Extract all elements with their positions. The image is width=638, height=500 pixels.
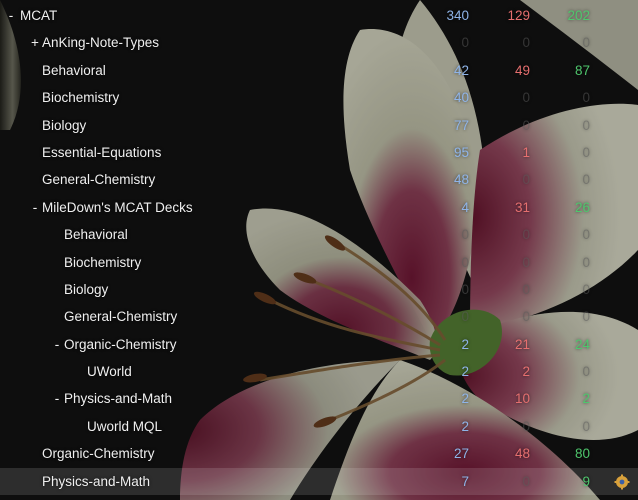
review-count: 0 bbox=[582, 418, 590, 434]
learning-count: 48 bbox=[514, 446, 530, 462]
deck-row[interactable]: Uworld MQL 2 0 0 bbox=[0, 413, 638, 440]
deck-row[interactable]: Behavioral 0 0 0 bbox=[0, 221, 638, 248]
new-count: 0 bbox=[461, 254, 469, 270]
collapse-toggle[interactable]: - bbox=[51, 337, 63, 352]
deck-row[interactable]: Essential-Equations 95 1 0 bbox=[0, 139, 638, 166]
new-count: 0 bbox=[461, 227, 469, 243]
deck-name-link[interactable]: UWorld bbox=[87, 364, 132, 379]
learning-count: 0 bbox=[522, 309, 530, 325]
collapse-toggle[interactable]: - bbox=[29, 200, 41, 215]
new-count: 0 bbox=[461, 309, 469, 325]
review-count: 0 bbox=[582, 172, 590, 188]
learning-count: 10 bbox=[514, 391, 530, 407]
deck-name-link[interactable]: AnKing-Note-Types bbox=[42, 35, 159, 50]
deck-name-link[interactable]: Organic-Chemistry bbox=[64, 337, 177, 352]
review-count: 0 bbox=[582, 364, 590, 380]
new-count: 2 bbox=[461, 336, 469, 352]
learning-count: 31 bbox=[514, 199, 530, 215]
expand-toggle[interactable]: + bbox=[29, 35, 41, 50]
new-count: 2 bbox=[461, 391, 469, 407]
deck-row[interactable]: Physics-and-Math 7 0 9 bbox=[0, 467, 638, 496]
new-count: 48 bbox=[453, 172, 469, 188]
review-count: 0 bbox=[582, 117, 590, 133]
review-count: 24 bbox=[574, 336, 590, 352]
deck-name-link[interactable]: Behavioral bbox=[64, 227, 128, 242]
review-count: 0 bbox=[582, 254, 590, 270]
learning-count: 0 bbox=[522, 473, 530, 489]
deck-row[interactable]: Behavioral 42 49 87 bbox=[0, 57, 638, 84]
new-count: 0 bbox=[461, 281, 469, 297]
deck-row[interactable]: + AnKing-Note-Types 0 0 0 bbox=[0, 29, 638, 56]
deck-name-link[interactable]: MCAT bbox=[20, 8, 57, 23]
learning-count: 0 bbox=[522, 35, 530, 51]
deck-name-link[interactable]: Biology bbox=[64, 282, 108, 297]
new-count: 2 bbox=[461, 418, 469, 434]
gear-icon[interactable] bbox=[614, 474, 630, 490]
learning-count: 129 bbox=[507, 8, 530, 23]
deck-row[interactable]: Biology 0 0 0 bbox=[0, 276, 638, 303]
deck-row[interactable]: Organic-Chemistry 27 48 80 bbox=[0, 440, 638, 467]
learning-count: 0 bbox=[522, 418, 530, 434]
review-count: 0 bbox=[582, 35, 590, 51]
learning-count: 2 bbox=[522, 364, 530, 380]
new-count: 42 bbox=[453, 62, 469, 78]
deck-row[interactable]: General-Chemistry 0 0 0 bbox=[0, 303, 638, 330]
review-count: 202 bbox=[567, 8, 590, 23]
deck-name-link[interactable]: Biochemistry bbox=[64, 255, 141, 270]
learning-count: 0 bbox=[522, 227, 530, 243]
deck-row[interactable]: Biology 77 0 0 bbox=[0, 112, 638, 139]
learning-count: 21 bbox=[514, 336, 530, 352]
new-count: 4 bbox=[461, 199, 469, 215]
collapse-toggle[interactable]: - bbox=[5, 8, 17, 23]
learning-count: 49 bbox=[514, 62, 530, 78]
learning-count: 0 bbox=[522, 254, 530, 270]
new-count: 77 bbox=[453, 117, 469, 133]
review-count: 0 bbox=[582, 227, 590, 243]
review-count: 87 bbox=[574, 62, 590, 78]
deck-row[interactable]: - MileDown's MCAT Decks 4 31 26 bbox=[0, 194, 638, 221]
deck-row[interactable]: - Organic-Chemistry 2 21 24 bbox=[0, 331, 638, 358]
new-count: 40 bbox=[453, 90, 469, 106]
deck-row[interactable]: UWorld 2 2 0 bbox=[0, 358, 638, 385]
review-count: 2 bbox=[582, 391, 590, 407]
review-count: 0 bbox=[582, 281, 590, 297]
deck-name-link[interactable]: Biochemistry bbox=[42, 90, 119, 105]
deck-name-link[interactable]: Essential-Equations bbox=[42, 145, 161, 160]
deck-row[interactable]: Biochemistry 0 0 0 bbox=[0, 249, 638, 276]
collapse-toggle[interactable]: - bbox=[51, 391, 63, 406]
learning-count: 0 bbox=[522, 172, 530, 188]
deck-row[interactable]: General-Chemistry 48 0 0 bbox=[0, 166, 638, 193]
new-count: 95 bbox=[453, 144, 469, 160]
review-count: 0 bbox=[582, 90, 590, 106]
deck-row[interactable]: - MCAT 340 129 202 bbox=[0, 2, 638, 29]
deck-list: - MCAT 340 129 202 + AnKing-Note-Types 0 0 0 Behav… bbox=[0, 2, 638, 496]
new-count: 27 bbox=[453, 446, 469, 462]
review-count: 0 bbox=[582, 309, 590, 325]
deck-row[interactable]: Biochemistry 40 0 0 bbox=[0, 84, 638, 111]
deck-name-link[interactable]: General-Chemistry bbox=[64, 309, 177, 324]
new-count: 0 bbox=[461, 35, 469, 51]
learning-count: 0 bbox=[522, 90, 530, 106]
review-count: 0 bbox=[582, 144, 590, 160]
deck-name-link[interactable]: Behavioral bbox=[42, 63, 106, 78]
learning-count: 0 bbox=[522, 281, 530, 297]
deck-name-link[interactable]: Physics-and-Math bbox=[64, 391, 172, 406]
new-count: 340 bbox=[446, 8, 469, 23]
learning-count: 0 bbox=[522, 117, 530, 133]
deck-row[interactable]: - Physics-and-Math 2 10 2 bbox=[0, 385, 638, 412]
deck-name-link[interactable]: Biology bbox=[42, 118, 86, 133]
learning-count: 1 bbox=[522, 144, 530, 160]
review-count: 9 bbox=[582, 473, 590, 489]
deck-name-link[interactable]: Uworld MQL bbox=[87, 419, 162, 434]
deck-name-link[interactable]: Organic-Chemistry bbox=[42, 446, 155, 461]
new-count: 7 bbox=[461, 473, 469, 489]
deck-name-link[interactable]: MileDown's MCAT Decks bbox=[42, 200, 193, 215]
review-count: 26 bbox=[574, 199, 590, 215]
review-count: 80 bbox=[574, 446, 590, 462]
new-count: 2 bbox=[461, 364, 469, 380]
deck-name-link[interactable]: Physics-and-Math bbox=[42, 474, 150, 489]
deck-name-link[interactable]: General-Chemistry bbox=[42, 172, 155, 187]
